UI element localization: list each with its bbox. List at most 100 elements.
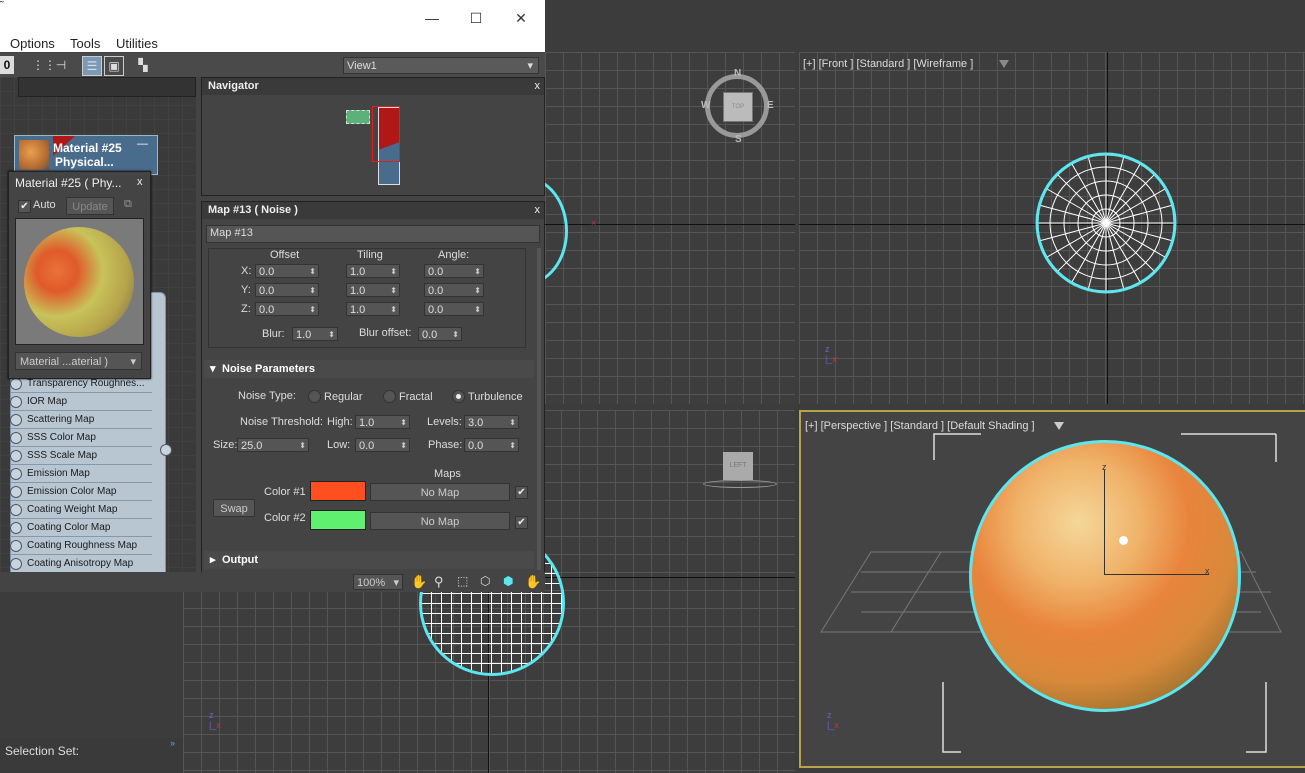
auto-checkbox[interactable]: ✔ — [18, 200, 31, 213]
map-panel-close-button[interactable]: x — [535, 202, 541, 219]
node-output-socket[interactable] — [160, 444, 172, 456]
map-slot-socket[interactable] — [10, 378, 22, 390]
sphere-wireframe-front[interactable] — [1035, 152, 1177, 294]
map-slot-socket[interactable] — [10, 522, 22, 534]
map-slot-row[interactable]: Emission Map — [10, 465, 152, 483]
color1-swatch[interactable] — [310, 481, 366, 501]
maximize-button[interactable]: ☐ — [466, 8, 486, 28]
map-name-field[interactable]: Map #13 — [206, 225, 540, 243]
noise-type-turbulence-radio[interactable] — [452, 390, 465, 403]
filter-icon[interactable] — [999, 60, 1009, 68]
checker-icon[interactable]: ▚ — [134, 56, 152, 74]
offset-spinner[interactable]: 0.0 — [255, 283, 319, 298]
output-rollout[interactable]: ▸ Output — [204, 551, 534, 569]
axis-label: Z: — [241, 303, 251, 315]
selection-set-label[interactable]: Selection Set: — [5, 744, 79, 758]
pan-hand-icon[interactable]: ✋ — [411, 574, 427, 590]
color2-swatch[interactable] — [310, 510, 366, 530]
zoom-magnifier-icon[interactable]: ⚲ — [434, 574, 444, 590]
blur-spinner[interactable]: 1.0 — [292, 327, 338, 342]
noise-sphere-render[interactable] — [969, 440, 1241, 712]
map-slot-row[interactable]: Coating Color Map — [10, 519, 152, 537]
minimize-button[interactable]: — — [422, 8, 442, 28]
layout-icon[interactable]: ⋮⋮ — [32, 56, 56, 74]
panel-scrollbar[interactable] — [537, 248, 541, 570]
editor-titlebar[interactable]: ˜ Options Tools Utilities — ☐ ✕ — [0, 0, 545, 52]
map-slot-row[interactable]: Scattering Map — [10, 411, 152, 429]
map-slot-row[interactable]: IOR Map — [10, 393, 152, 411]
map-slot-row[interactable]: SSS Scale Map — [10, 447, 152, 465]
zoom-extents-icon[interactable]: ⬡ — [480, 574, 490, 588]
map-slot-socket[interactable] — [10, 414, 22, 426]
color1-map-checkbox[interactable]: ✔ — [515, 486, 528, 499]
map-slot-socket[interactable] — [10, 504, 22, 516]
map-slot-row[interactable]: SSS Color Map — [10, 429, 152, 447]
navigator-panel[interactable]: Navigator x — [201, 77, 545, 196]
map-slot-row[interactable]: Coating Weight Map — [10, 501, 152, 519]
preview-close-button[interactable]: x — [137, 176, 143, 188]
viewcube-top[interactable]: TOP — [723, 92, 753, 122]
pin-icon[interactable]: ⧉ — [124, 198, 132, 211]
map-slot-socket[interactable] — [10, 450, 22, 462]
zoom-select[interactable]: 100% ▾ — [353, 574, 403, 590]
map-slot-row[interactable]: Coating Anisotropy Map — [10, 555, 152, 573]
node-collapse-button[interactable]: — — [137, 138, 148, 150]
viewcube-left[interactable]: LEFT — [723, 452, 753, 480]
menu-options[interactable]: Options — [10, 36, 55, 51]
material-preview-window[interactable]: Material #25 ( Phy... x ✔ Auto Update ⧉ … — [8, 171, 151, 379]
map-slot-row[interactable]: Coating Roughness Map — [10, 537, 152, 555]
size-spinner[interactable]: 25.0 — [237, 438, 309, 453]
sphere-wireframe-top[interactable] — [545, 177, 568, 285]
tiling-spinner[interactable]: 1.0 — [346, 302, 400, 317]
map-slot-socket[interactable] — [10, 432, 22, 444]
zoom-selected-icon[interactable]: ⬢ — [503, 574, 513, 588]
color1-map-button[interactable]: No Map — [370, 483, 510, 501]
color2-map-checkbox[interactable]: ✔ — [515, 516, 528, 529]
phase-spinner[interactable]: 0.0 — [464, 438, 519, 453]
navigator-close-button[interactable]: x — [535, 78, 541, 95]
navigator-viewport-rect[interactable] — [372, 106, 400, 162]
menu-tools[interactable]: Tools — [70, 36, 100, 51]
map-slot-socket[interactable] — [10, 486, 22, 498]
arrange-icon[interactable]: ⊣ — [52, 56, 70, 74]
angle-spinner[interactable]: 0.0 — [424, 302, 484, 317]
map-slot-row[interactable]: Emission Color Map — [10, 483, 152, 501]
noise-type-regular-radio[interactable] — [308, 390, 321, 403]
noise-parameters-rollout[interactable]: ▾ Noise Parameters — [204, 360, 534, 378]
perspective-viewport[interactable]: [+] [Perspective ] [Standard ] [Default … — [799, 410, 1305, 768]
front-viewport-label[interactable]: [+] [Front ] [Standard ] [Wireframe ] — [803, 58, 973, 70]
preview-object-select[interactable]: Material ...aterial ) ▾ — [15, 352, 142, 370]
map-slot-socket[interactable] — [10, 540, 22, 552]
offset-spinner[interactable]: 0.0 — [255, 302, 319, 317]
angle-spinner[interactable]: 0.0 — [424, 264, 484, 279]
list-view-icon[interactable]: ☰ — [82, 56, 102, 76]
angle-spinner[interactable]: 0.0 — [424, 283, 484, 298]
rollout-arrow-icon: ▸ — [210, 554, 216, 566]
material-node-header[interactable]: Material #25 Physical... — — [14, 135, 158, 175]
front-viewport[interactable]: [+] [Front ] [Standard ] [Wireframe ] z |… — [799, 52, 1305, 404]
levels-spinner[interactable]: 3.0 — [464, 415, 519, 430]
top-viewport[interactable]: TOP N S W E × — [545, 52, 795, 404]
zero-button[interactable]: 0 — [0, 56, 14, 74]
color1-label: Color #1 — [264, 486, 306, 498]
map-slot-socket[interactable] — [10, 558, 22, 570]
high-spinner[interactable]: 1.0 — [355, 415, 410, 430]
close-button[interactable]: ✕ — [511, 8, 531, 28]
color2-map-button[interactable]: No Map — [370, 512, 510, 530]
tiling-spinner[interactable]: 1.0 — [346, 264, 400, 279]
noise-type-fractal-radio[interactable] — [383, 390, 396, 403]
map-slot-socket[interactable] — [10, 396, 22, 408]
zoom-region-icon[interactable]: ⬚ — [457, 574, 468, 588]
pan-mode-icon[interactable]: ✋ — [525, 574, 541, 590]
update-button[interactable]: Update — [66, 197, 114, 215]
offset-spinner[interactable]: 0.0 — [255, 264, 319, 279]
blur-offset-spinner[interactable]: 0.0 — [418, 327, 462, 342]
menu-utilities[interactable]: Utilities — [116, 36, 158, 51]
low-spinner[interactable]: 0.0 — [355, 438, 410, 453]
preview-icon[interactable]: ▣ — [104, 56, 124, 76]
swap-button[interactable]: Swap — [213, 499, 255, 517]
tiling-spinner[interactable]: 1.0 — [346, 283, 400, 298]
map-slot-socket[interactable] — [10, 468, 22, 480]
expand-arrows-icon[interactable]: » — [170, 738, 175, 748]
view-select[interactable]: View1 ▾ — [343, 57, 539, 74]
